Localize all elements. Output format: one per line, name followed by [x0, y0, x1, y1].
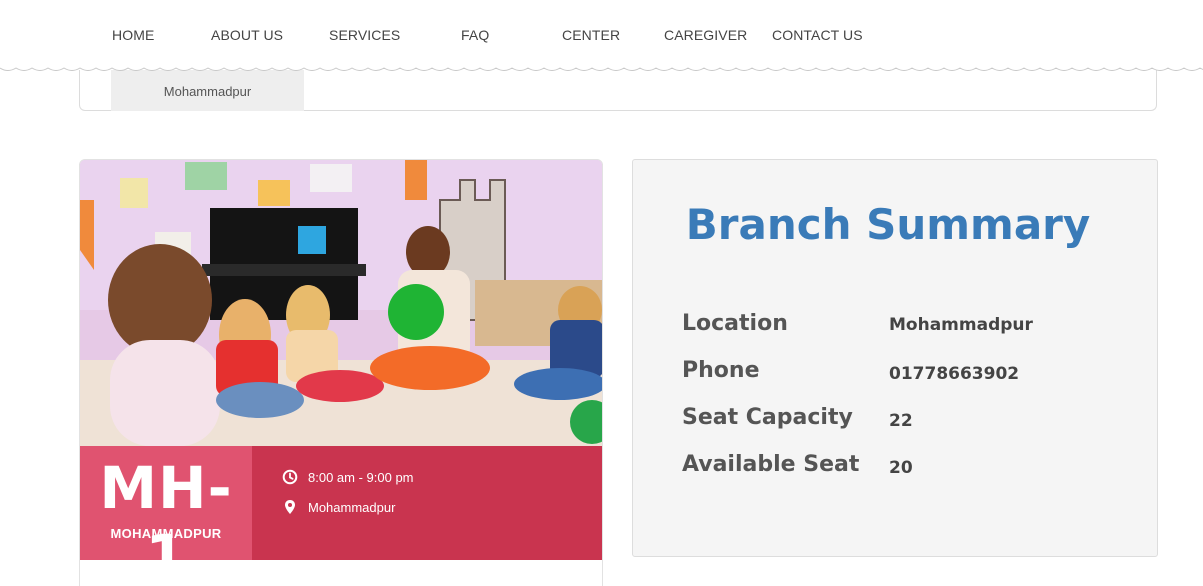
- nav-home[interactable]: HOME: [112, 27, 154, 43]
- map-marker-icon: [285, 500, 295, 514]
- branch-summary-panel: Branch Summary Location Mohammadpur Phon…: [632, 159, 1158, 557]
- branch-code: MH-1: [99, 454, 233, 586]
- branch-card: MH-1 MOHAMMADPUR 8:00 am - 9:00 pm Moham…: [79, 159, 603, 586]
- location-label: Location: [682, 311, 788, 336]
- hours-row: 8:00 am - 9:00 pm: [282, 468, 414, 486]
- nav-center[interactable]: CENTER: [562, 27, 620, 43]
- branch-photo: [80, 160, 602, 446]
- clock-icon: [282, 469, 298, 485]
- hours-text: 8:00 am - 9:00 pm: [308, 469, 414, 485]
- available-seat-value: 20: [889, 458, 913, 478]
- nav-wave-border: [0, 67, 1203, 71]
- seat-capacity-value: 22: [889, 411, 913, 431]
- nav-services[interactable]: SERVICES: [329, 27, 400, 43]
- location-row: Mohammadpur: [282, 498, 395, 516]
- summary-title: Branch Summary: [685, 200, 1091, 249]
- available-seat-label: Available Seat: [682, 452, 860, 477]
- nav-faq[interactable]: FAQ: [461, 27, 489, 43]
- location-text: Mohammadpur: [308, 499, 396, 515]
- phone-label: Phone: [682, 358, 760, 383]
- phone-value: 01778663902: [889, 364, 1020, 384]
- tab-mohammadpur[interactable]: Mohammadpur: [111, 70, 304, 111]
- seat-capacity-label: Seat Capacity: [682, 405, 853, 430]
- nav-caregiver[interactable]: CAREGIVER: [664, 27, 747, 43]
- nav-contact-us[interactable]: CONTACT US: [772, 27, 863, 43]
- nav-about-us[interactable]: ABOUT US: [211, 27, 283, 43]
- location-value: Mohammadpur: [889, 315, 1033, 335]
- branch-area: MOHAMMADPUR: [110, 526, 222, 541]
- tab-label: Mohammadpur: [163, 84, 252, 99]
- branch-code-block: MH-1 MOHAMMADPUR: [80, 446, 252, 586]
- branch-info-block: 8:00 am - 9:00 pm Mohammadpur: [252, 446, 602, 560]
